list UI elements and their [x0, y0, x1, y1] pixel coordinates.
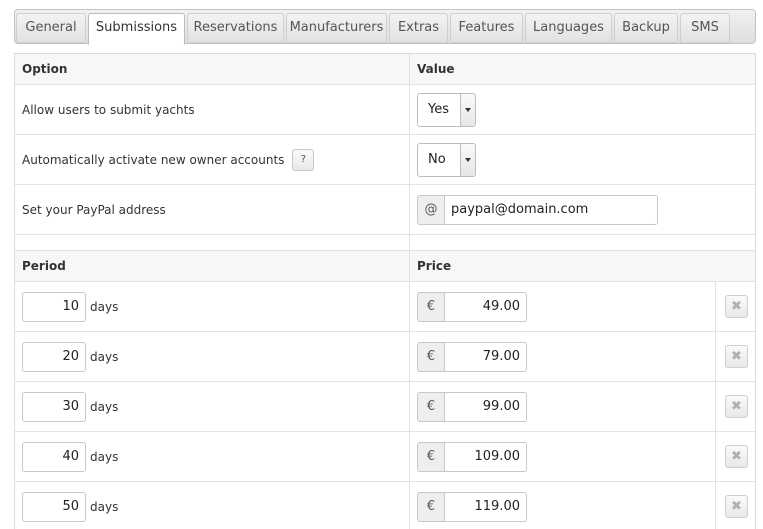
- price-input-group: € 79.00: [417, 341, 527, 372]
- tab-reservations[interactable]: Reservations: [187, 13, 284, 43]
- period-input[interactable]: 50: [22, 491, 86, 522]
- at-icon: @: [417, 194, 444, 225]
- option-column-header: Option: [22, 62, 68, 76]
- value-column-header: Value: [417, 62, 455, 76]
- table-spacer: [15, 235, 755, 251]
- pricing-row: 40 days € 109.00 ✖: [15, 432, 755, 482]
- help-button[interactable]: ?: [292, 148, 315, 171]
- tab-features[interactable]: Features: [450, 13, 523, 43]
- tab-extras[interactable]: Extras: [389, 13, 448, 43]
- days-label: days: [90, 349, 119, 364]
- paypal-input-group: @ paypal@domain.com: [417, 194, 658, 225]
- tab-backup[interactable]: Backup: [614, 13, 678, 43]
- option-row-submit-yachts: Allow users to submit yachts Yes: [15, 85, 755, 135]
- period-input[interactable]: 30: [22, 391, 86, 422]
- delete-row-button[interactable]: ✖: [725, 295, 748, 318]
- pricing-row: 20 days € 79.00 ✖: [15, 332, 755, 382]
- price-input-group: € 99.00: [417, 391, 527, 422]
- euro-icon: €: [417, 341, 444, 372]
- price-input[interactable]: 119.00: [444, 491, 527, 522]
- settings-tab-bar: General Submissions Reservations Manufac…: [14, 9, 756, 45]
- option-label: Automatically activate new owner account…: [22, 152, 285, 167]
- price-input[interactable]: 109.00: [444, 441, 527, 472]
- price-input-group: € 109.00: [417, 441, 527, 472]
- days-label: days: [90, 399, 119, 414]
- select-value: No: [428, 152, 446, 167]
- price-input[interactable]: 99.00: [444, 391, 527, 422]
- days-label: days: [90, 499, 119, 514]
- delete-row-button[interactable]: ✖: [725, 495, 748, 518]
- auto-activate-select[interactable]: No: [417, 142, 476, 177]
- price-column-header: Price: [417, 259, 452, 273]
- pricing-header-row: Period Price: [15, 251, 755, 282]
- euro-icon: €: [417, 291, 444, 322]
- select-value: Yes: [428, 102, 449, 117]
- tab-sms[interactable]: SMS: [680, 13, 730, 43]
- option-row-auto-activate: Automatically activate new owner account…: [15, 135, 755, 185]
- price-input-group: € 119.00: [417, 491, 527, 522]
- tab-submissions[interactable]: Submissions: [88, 13, 185, 45]
- submit-yachts-select[interactable]: Yes: [417, 92, 476, 127]
- days-label: days: [90, 299, 119, 314]
- euro-icon: €: [417, 491, 444, 522]
- price-input-group: € 49.00: [417, 291, 527, 322]
- chevron-down-icon: [460, 143, 475, 176]
- price-input[interactable]: 79.00: [444, 341, 527, 372]
- tab-languages[interactable]: Languages: [525, 13, 612, 43]
- period-input[interactable]: 10: [22, 291, 86, 322]
- option-row-paypal: Set your PayPal address @ paypal@domain.…: [15, 185, 755, 235]
- delete-row-button[interactable]: ✖: [725, 345, 748, 368]
- period-input[interactable]: 40: [22, 441, 86, 472]
- price-input[interactable]: 49.00: [444, 291, 527, 322]
- options-header-row: Option Value: [15, 54, 755, 85]
- period-input[interactable]: 20: [22, 341, 86, 372]
- period-column-header: Period: [22, 259, 66, 273]
- euro-icon: €: [417, 441, 444, 472]
- tab-general[interactable]: General: [16, 13, 86, 43]
- tab-manufacturers[interactable]: Manufacturers: [286, 13, 387, 43]
- settings-panel: Option Value Allow users to submit yacht…: [14, 53, 756, 529]
- pricing-row: 10 days € 49.00 ✖: [15, 282, 755, 332]
- option-label: Set your PayPal address: [22, 202, 166, 217]
- chevron-down-icon: [460, 93, 475, 126]
- pricing-row: 50 days € 119.00 ✖: [15, 482, 755, 529]
- paypal-email-input[interactable]: paypal@domain.com: [444, 194, 658, 225]
- option-label: Allow users to submit yachts: [22, 102, 195, 117]
- delete-row-button[interactable]: ✖: [725, 445, 748, 468]
- days-label: days: [90, 449, 119, 464]
- delete-row-button[interactable]: ✖: [725, 395, 748, 418]
- pricing-row: 30 days € 99.00 ✖: [15, 382, 755, 432]
- euro-icon: €: [417, 391, 444, 422]
